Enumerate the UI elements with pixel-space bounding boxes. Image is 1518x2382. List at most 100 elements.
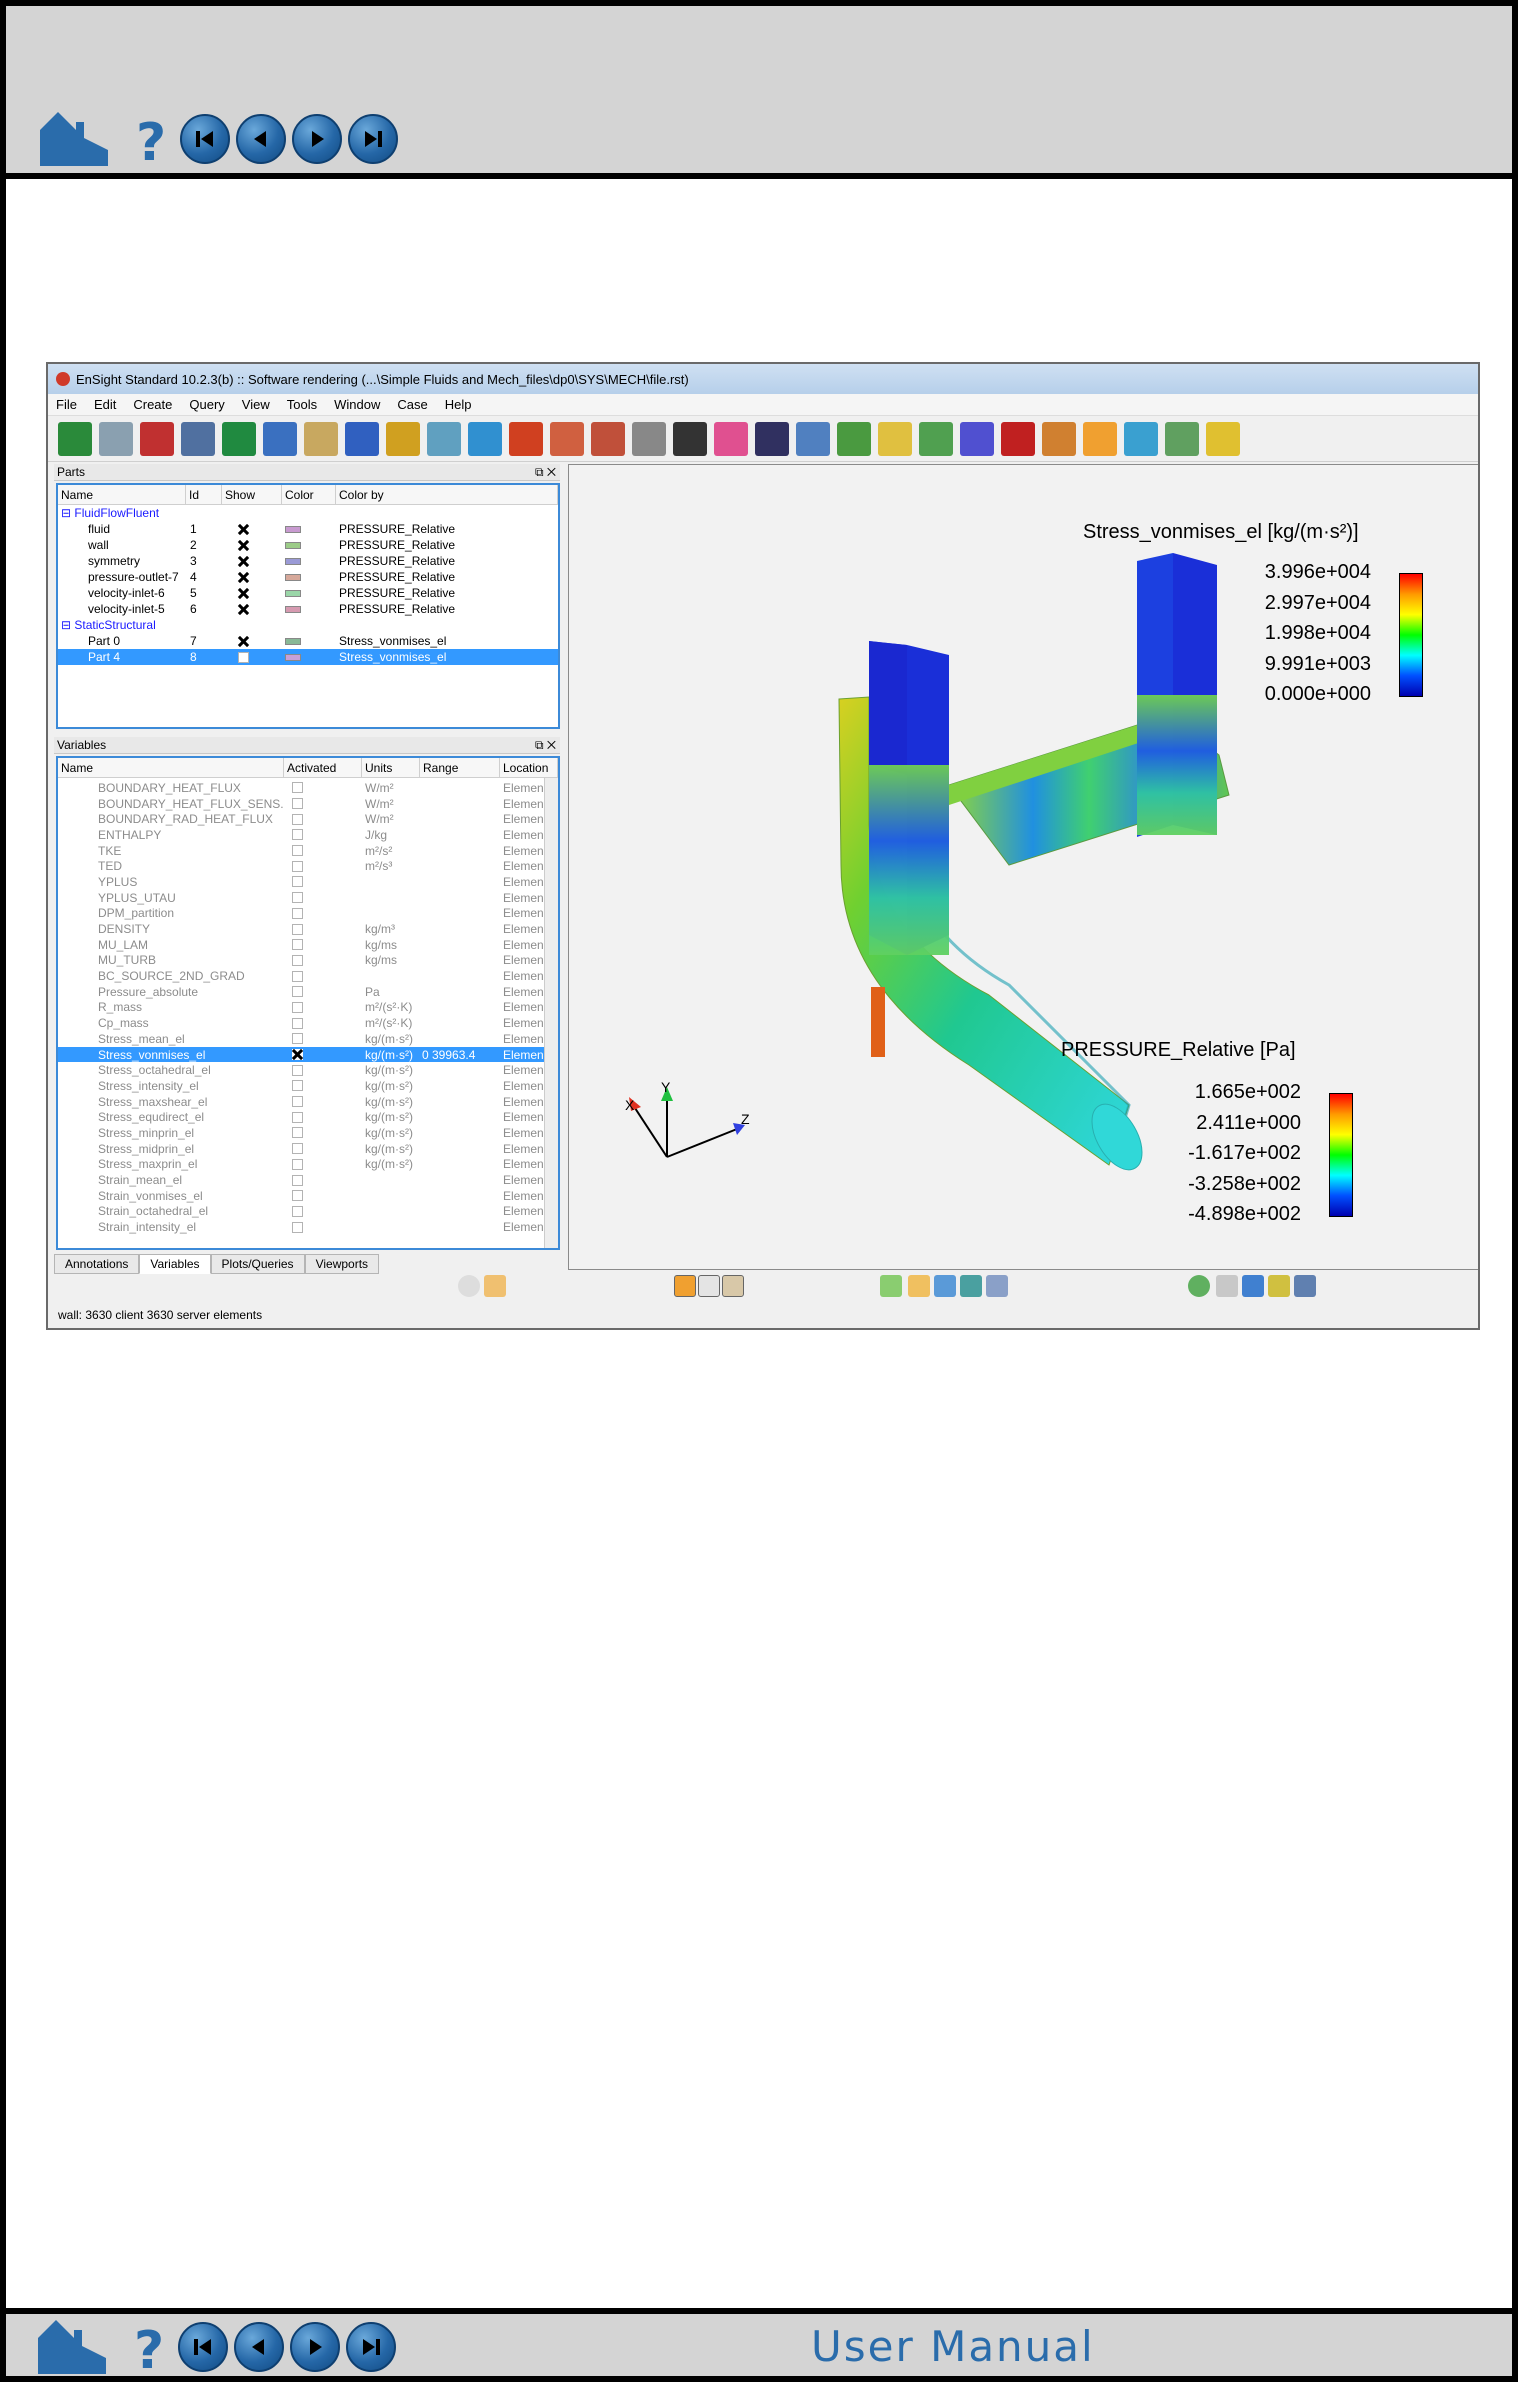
part-color-cell[interactable] (282, 573, 336, 581)
activated-checkbox[interactable] (292, 782, 303, 794)
variable-activated-cell[interactable] (284, 1221, 362, 1233)
part-color-swatch[interactable] (285, 525, 301, 533)
part-color-swatch[interactable] (285, 637, 301, 645)
menu-edit[interactable]: Edit (94, 397, 116, 412)
activated-checkbox[interactable] (292, 970, 303, 982)
show-checkbox-checked[interactable] (238, 540, 249, 551)
tab-viewports[interactable]: Viewports (304, 1254, 380, 1274)
part-color-swatch[interactable] (285, 589, 301, 597)
toolbar-tool-icon[interactable] (632, 421, 666, 456)
variable-activated-cell[interactable] (284, 782, 362, 794)
variable-row[interactable]: Pressure_absolute Pa Elemen (58, 984, 558, 1000)
col-var-name[interactable]: Name (58, 758, 284, 777)
show-checkbox-checked[interactable] (238, 604, 249, 615)
part-row[interactable]: Part 4 8 Stress_vonmises_el (58, 649, 558, 665)
activated-checkbox[interactable] (292, 1127, 303, 1139)
part-color-swatch[interactable] (285, 605, 301, 613)
variable-activated-cell[interactable] (284, 1111, 362, 1123)
toolbar-tool-icon[interactable] (1206, 421, 1240, 456)
variable-activated-cell[interactable] (284, 1033, 362, 1045)
toolbar-tool-icon[interactable] (591, 421, 625, 456)
variable-activated-cell[interactable] (284, 1017, 362, 1029)
variable-row[interactable]: BOUNDARY_HEAT_FLUX W/m² Elemen (58, 780, 558, 796)
clip-icon[interactable] (960, 1275, 982, 1297)
col-units[interactable]: Units (362, 758, 420, 777)
toolbar-tool-icon[interactable] (1042, 421, 1076, 456)
activated-checkbox[interactable] (292, 1096, 303, 1108)
show-checkbox-checked[interactable] (238, 556, 249, 567)
toolbar-tool-icon[interactable] (468, 421, 502, 456)
activated-checkbox[interactable] (292, 1080, 303, 1092)
variable-activated-cell[interactable] (284, 813, 362, 825)
graphics-viewport[interactable]: Stress_vonmises_el [kg/(m·s²)] 3.996e+00… (568, 464, 1478, 1270)
last-page-icon[interactable] (346, 2322, 396, 2372)
part-row[interactable]: fluid 1 PRESSURE_Relative (58, 521, 558, 537)
record-icon[interactable] (458, 1275, 480, 1297)
variable-activated-cell[interactable] (284, 1001, 362, 1013)
part-color-swatch[interactable] (285, 653, 301, 661)
variable-activated-cell[interactable] (284, 876, 362, 888)
variable-row[interactable]: Stress_intensity_el kg/(m·s²) Elemen (58, 1078, 558, 1094)
view-icon[interactable] (1294, 1275, 1316, 1297)
toolbar-tool-icon[interactable] (550, 421, 584, 456)
col-range[interactable]: Range (420, 758, 500, 777)
variable-row[interactable]: MU_LAM kg/ms Elemen (58, 937, 558, 953)
part-show-cell[interactable] (222, 651, 282, 663)
menu-tools[interactable]: Tools (287, 397, 317, 412)
variable-row[interactable]: Stress_midprin_el kg/(m·s²) Elemen (58, 1141, 558, 1157)
previous-page-icon[interactable] (236, 114, 286, 164)
window-titlebar[interactable]: EnSight Standard 10.2.3(b) :: Software r… (48, 364, 1478, 394)
part-show-cell[interactable] (222, 572, 282, 583)
variable-row[interactable]: Stress_maxshear_el kg/(m·s²) Elemen (58, 1094, 558, 1110)
part-color-cell[interactable] (282, 525, 336, 533)
variable-activated-cell[interactable] (284, 907, 362, 919)
pointer-icon[interactable] (484, 1275, 506, 1297)
activated-checkbox[interactable] (292, 892, 303, 904)
wireframe-icon[interactable] (698, 1275, 720, 1297)
menu-view[interactable]: View (242, 397, 270, 412)
next-page-icon[interactable] (292, 114, 342, 164)
part-show-cell[interactable] (222, 588, 282, 599)
activated-checkbox[interactable] (292, 798, 303, 810)
variable-row[interactable]: TED m²/s³ Elemen (58, 858, 558, 874)
activated-checkbox[interactable] (292, 829, 303, 841)
activated-checkbox-checked[interactable] (292, 1049, 303, 1061)
part-row[interactable]: wall 2 PRESSURE_Relative (58, 537, 558, 553)
help-icon[interactable]: ? (128, 110, 174, 168)
variable-row[interactable]: Cp_mass m²/(s²·K) Elemen (58, 1015, 558, 1031)
part-group-row[interactable]: ⊟ StaticStructural (58, 617, 558, 633)
vector-icon[interactable] (934, 1275, 956, 1297)
pick-icon[interactable] (908, 1275, 930, 1297)
menu-query[interactable]: Query (189, 397, 224, 412)
activated-checkbox[interactable] (292, 1190, 303, 1202)
activated-checkbox[interactable] (292, 1111, 303, 1123)
toolbar-tool-icon[interactable] (755, 421, 789, 456)
first-page-icon[interactable] (178, 2322, 228, 2372)
activated-checkbox[interactable] (292, 1064, 303, 1076)
variable-activated-cell[interactable] (284, 1127, 362, 1139)
col-color-by[interactable]: Color by (336, 485, 558, 504)
show-checkbox[interactable] (238, 651, 249, 663)
toolbar-tool-icon[interactable] (140, 421, 174, 456)
variable-row[interactable]: Stress_octahedral_el kg/(m·s²) Elemen (58, 1062, 558, 1078)
part-show-cell[interactable] (222, 604, 282, 615)
panel-close-icon[interactable]: ⧉ ✕ (535, 465, 556, 480)
variable-row[interactable]: DENSITY kg/m³ Elemen (58, 921, 558, 937)
shaded-icon[interactable] (674, 1275, 696, 1297)
activated-checkbox[interactable] (292, 954, 303, 966)
activated-checkbox[interactable] (292, 1158, 303, 1170)
variable-activated-cell[interactable] (284, 860, 362, 872)
variable-activated-cell[interactable] (284, 1080, 362, 1092)
part-row[interactable]: pressure-outlet-7 4 PRESSURE_Relative (58, 569, 558, 585)
activated-checkbox[interactable] (292, 845, 303, 857)
panel-close-icon[interactable]: ⧉ ✕ (535, 738, 556, 753)
activated-checkbox[interactable] (292, 907, 303, 919)
variable-activated-cell[interactable] (284, 923, 362, 935)
variable-activated-cell[interactable] (284, 829, 362, 841)
home-icon[interactable] (36, 2318, 108, 2376)
col-activated[interactable]: Activated (284, 758, 362, 777)
part-show-cell[interactable] (222, 556, 282, 567)
zoom-box-icon[interactable] (880, 1275, 902, 1297)
variable-row[interactable]: YPLUS_UTAU Elemen (58, 890, 558, 906)
col-color[interactable]: Color (282, 485, 336, 504)
